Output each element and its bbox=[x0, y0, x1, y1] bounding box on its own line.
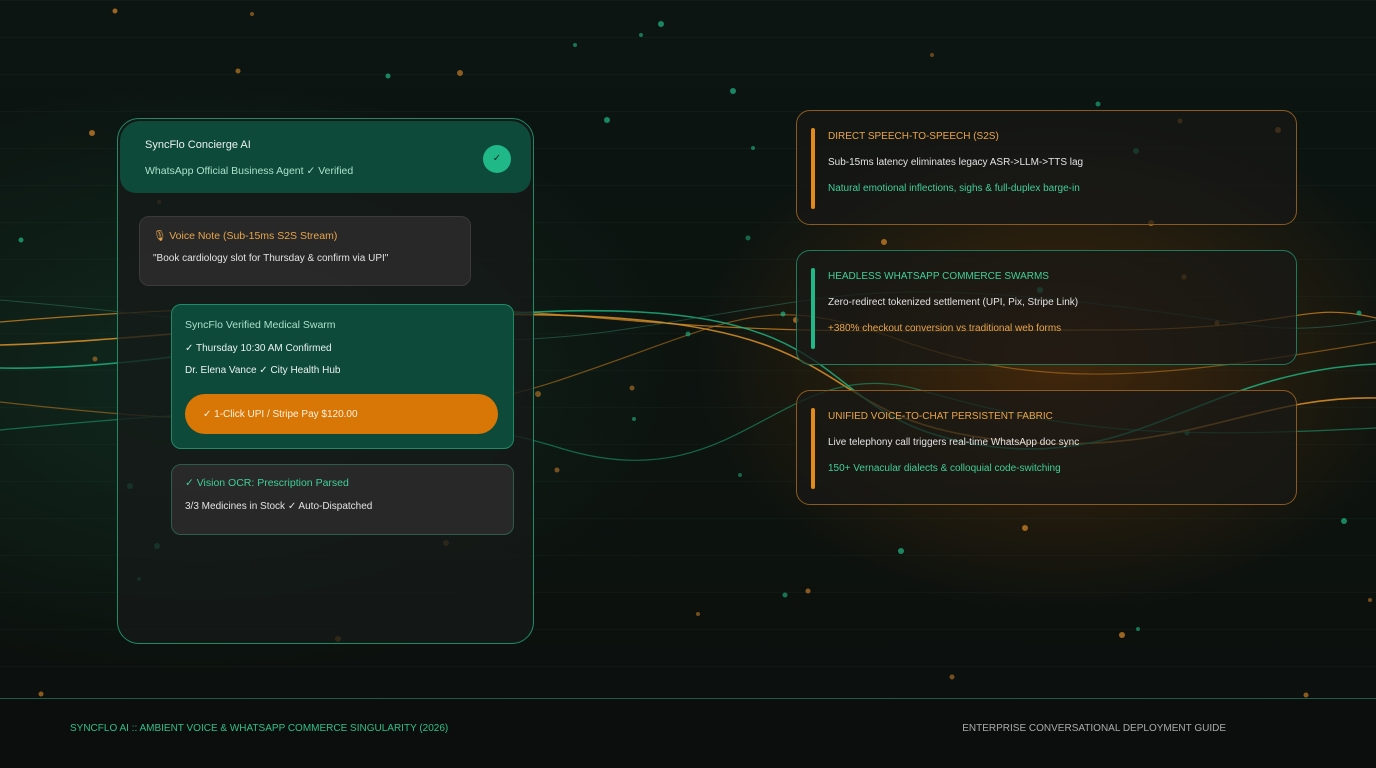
card-title: DIRECT SPEECH-TO-SPEECH (S2S) bbox=[828, 131, 999, 142]
appointment-time: ✓ Thursday 10:30 AM Confirmed bbox=[185, 343, 332, 354]
phone-chat-mockup: SyncFlo Concierge AI WhatsApp Official B… bbox=[117, 118, 534, 644]
ocr-title: ✓ Vision OCR: Prescription Parsed bbox=[185, 477, 349, 489]
agent-name: SyncFlo Concierge AI bbox=[145, 139, 251, 151]
ocr-status: 3/3 Medicines in Stock ✓ Auto-Dispatched bbox=[185, 501, 373, 512]
voice-note-bubble[interactable]: 🎙 Voice Note (Sub-15ms S2S Stream) "Book… bbox=[139, 216, 471, 286]
card-accent-bar bbox=[811, 128, 815, 209]
feature-card-commerce: HEADLESS WHATSAPP COMMERCE SWARMS Zero-r… bbox=[796, 250, 1297, 365]
feature-card-fabric: UNIFIED VOICE-TO-CHAT PERSISTENT FABRIC … bbox=[796, 390, 1297, 505]
card-accent-bar bbox=[811, 408, 815, 489]
voice-note-title: 🎙 Voice Note (Sub-15ms S2S Stream) bbox=[153, 230, 338, 242]
card-line-2: +380% checkout conversion vs traditional… bbox=[828, 323, 1062, 334]
doctor-location: Dr. Elena Vance ✓ City Health Hub bbox=[185, 365, 341, 376]
card-accent-bar bbox=[811, 268, 815, 349]
footer-guide-text: ENTERPRISE CONVERSATIONAL DEPLOYMENT GUI… bbox=[962, 723, 1226, 734]
card-line-1: Sub-15ms latency eliminates legacy ASR->… bbox=[828, 157, 1084, 168]
medical-title: SyncFlo Verified Medical Swarm bbox=[185, 319, 336, 331]
card-line-1: Zero-redirect tokenized settlement (UPI,… bbox=[828, 297, 1079, 308]
agent-avatar-icon[interactable]: ✓ bbox=[483, 145, 511, 173]
card-line-2: Natural emotional inflections, sighs & f… bbox=[828, 183, 1080, 194]
card-line-2: 150+ Vernacular dialects & colloquial co… bbox=[828, 463, 1061, 474]
card-title: HEADLESS WHATSAPP COMMERCE SWARMS bbox=[828, 271, 1049, 282]
card-line-1: Live telephony call triggers real-time W… bbox=[828, 437, 1080, 448]
footer-brand-text: SYNCFLO AI :: AMBIENT VOICE & WHATSAPP C… bbox=[70, 723, 449, 734]
footer: SYNCFLO AI :: AMBIENT VOICE & WHATSAPP C… bbox=[0, 698, 1376, 768]
ocr-bubble: ✓ Vision OCR: Prescription Parsed 3/3 Me… bbox=[171, 464, 514, 535]
chat-header: SyncFlo Concierge AI WhatsApp Official B… bbox=[120, 121, 531, 193]
voice-note-transcript: "Book cardiology slot for Thursday & con… bbox=[153, 253, 389, 264]
pay-button[interactable]: ✓ 1-Click UPI / Stripe Pay $120.00 bbox=[185, 394, 498, 434]
medical-confirmation-bubble: SyncFlo Verified Medical Swarm ✓ Thursda… bbox=[171, 304, 514, 449]
card-title: UNIFIED VOICE-TO-CHAT PERSISTENT FABRIC bbox=[828, 411, 1053, 422]
agent-status: WhatsApp Official Business Agent ✓ Verif… bbox=[145, 165, 354, 177]
feature-card-s2s: DIRECT SPEECH-TO-SPEECH (S2S) Sub-15ms l… bbox=[796, 110, 1297, 225]
